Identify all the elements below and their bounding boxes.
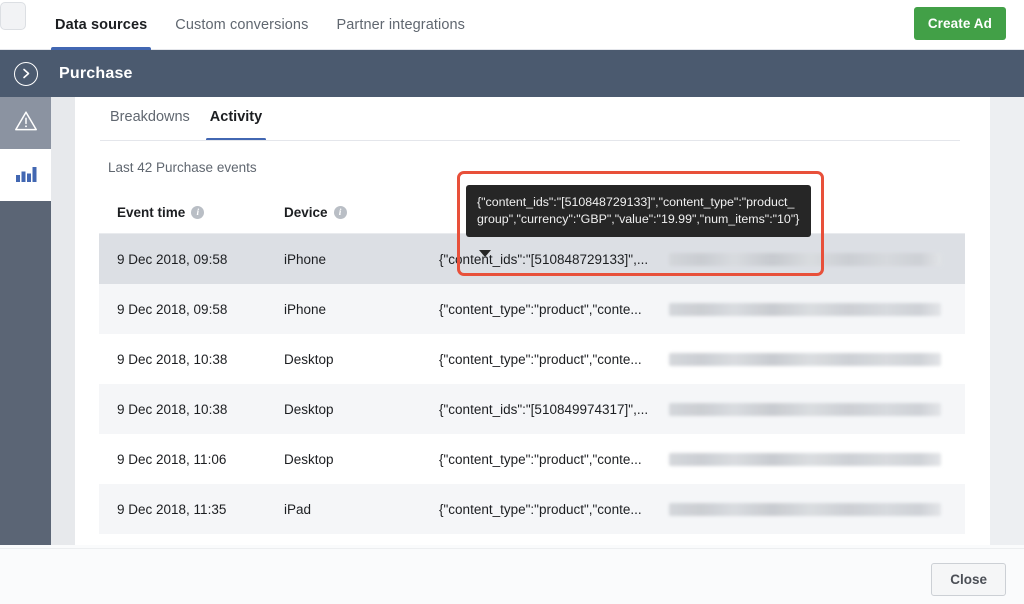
table-row[interactable]: 9 Dec 2018, 11:06 Desktop {"content_type… <box>99 434 965 484</box>
cell-url <box>669 503 965 516</box>
cell-event-time: 9 Dec 2018, 09:58 <box>99 302 284 317</box>
tab-data-sources-label: Data sources <box>55 17 147 33</box>
cell-event-time: 9 Dec 2018, 09:58 <box>99 252 284 267</box>
parameters-tooltip-annotation: {"content_ids":"[510848729133]","content… <box>457 171 824 276</box>
panel-tab-divider <box>100 140 960 141</box>
cell-parameters[interactable]: {"content_type":"product","conte... <box>439 352 669 367</box>
redacted-url <box>669 503 941 516</box>
info-icon[interactable]: i <box>334 206 347 219</box>
tab-custom-conversions[interactable]: Custom conversions <box>161 0 322 50</box>
cell-device: iPhone <box>284 252 439 267</box>
cell-url <box>669 453 965 466</box>
column-header-event-time-label: Event time <box>117 205 185 220</box>
cell-device: iPhone <box>284 302 439 317</box>
rail-item-diagnostics[interactable] <box>0 97 51 149</box>
panel-right-gutter <box>990 97 1024 545</box>
tab-data-sources[interactable]: Data sources <box>41 0 161 50</box>
cell-parameters[interactable]: {"content_type":"product","conte... <box>439 502 669 517</box>
redacted-url <box>669 403 941 416</box>
redacted-url <box>669 453 941 466</box>
main-panel: Breakdowns Activity Last 42 Purchase eve… <box>75 97 990 545</box>
parameters-tooltip: {"content_ids":"[510848729133]","content… <box>466 185 811 237</box>
tab-breakdowns-label: Breakdowns <box>110 109 190 125</box>
cell-device: iPad <box>284 502 439 517</box>
cell-url <box>669 403 965 416</box>
tab-custom-conversions-label: Custom conversions <box>175 17 308 33</box>
create-ad-button[interactable]: Create Ad <box>914 7 1006 40</box>
panel-tab-list: Breakdowns Activity <box>75 97 990 137</box>
left-rail <box>0 97 51 545</box>
purchase-header-bar: Purchase <box>0 50 1024 97</box>
tab-partner-integrations-label: Partner integrations <box>336 17 465 33</box>
page-title: Purchase <box>59 65 133 83</box>
cell-event-time: 9 Dec 2018, 11:06 <box>99 452 284 467</box>
table-row[interactable]: 9 Dec 2018, 11:35 iPad {"content_type":"… <box>99 484 965 534</box>
cell-device: Desktop <box>284 452 439 467</box>
redacted-url <box>669 303 941 316</box>
cell-parameters[interactable]: {"content_type":"product","conte... <box>439 302 669 317</box>
cell-event-time: 9 Dec 2018, 10:38 <box>99 352 284 367</box>
cell-parameters[interactable]: {"content_type":"product","conte... <box>439 452 669 467</box>
logo-placeholder-icon <box>0 2 26 30</box>
table-row-partial[interactable] <box>99 534 965 545</box>
tab-activity-label: Activity <box>210 109 262 125</box>
table-row[interactable]: 9 Dec 2018, 10:38 Desktop {"content_ids"… <box>99 384 965 434</box>
column-header-event-time[interactable]: Event time i <box>99 205 284 220</box>
cell-parameters[interactable]: {"content_ids":"[510849974317]",... <box>439 402 669 417</box>
dialog-footer: Close <box>0 548 1024 604</box>
tab-breakdowns[interactable]: Breakdowns <box>100 97 200 137</box>
events-count-label: Last 42 Purchase events <box>108 160 257 175</box>
rail-spacer <box>51 97 75 545</box>
cell-device: Desktop <box>284 402 439 417</box>
column-header-device[interactable]: Device i <box>284 205 439 220</box>
redacted-url <box>669 353 941 366</box>
table-row[interactable]: 9 Dec 2018, 10:38 Desktop {"content_type… <box>99 334 965 384</box>
warning-triangle-icon <box>14 110 38 137</box>
top-tab-list: Data sources Custom conversions Partner … <box>41 0 479 50</box>
cell-device: Desktop <box>284 352 439 367</box>
rail-item-analytics[interactable] <box>0 149 51 201</box>
cell-event-time: 9 Dec 2018, 11:35 <box>99 502 284 517</box>
chevron-right-circle-icon[interactable] <box>14 62 38 86</box>
cell-url <box>669 303 965 316</box>
cell-url <box>669 353 965 366</box>
bar-chart-icon <box>15 163 37 188</box>
top-navigation-bar: Data sources Custom conversions Partner … <box>0 0 1024 50</box>
tab-activity[interactable]: Activity <box>200 97 272 137</box>
tab-partner-integrations[interactable]: Partner integrations <box>322 0 479 50</box>
column-header-device-label: Device <box>284 205 328 220</box>
table-row[interactable]: 9 Dec 2018, 09:58 iPhone {"content_type"… <box>99 284 965 334</box>
app-root: Data sources Custom conversions Partner … <box>0 0 1024 604</box>
close-button[interactable]: Close <box>931 563 1006 596</box>
info-icon[interactable]: i <box>191 206 204 219</box>
tooltip-arrow-icon <box>479 250 491 257</box>
cell-event-time: 9 Dec 2018, 10:38 <box>99 402 284 417</box>
